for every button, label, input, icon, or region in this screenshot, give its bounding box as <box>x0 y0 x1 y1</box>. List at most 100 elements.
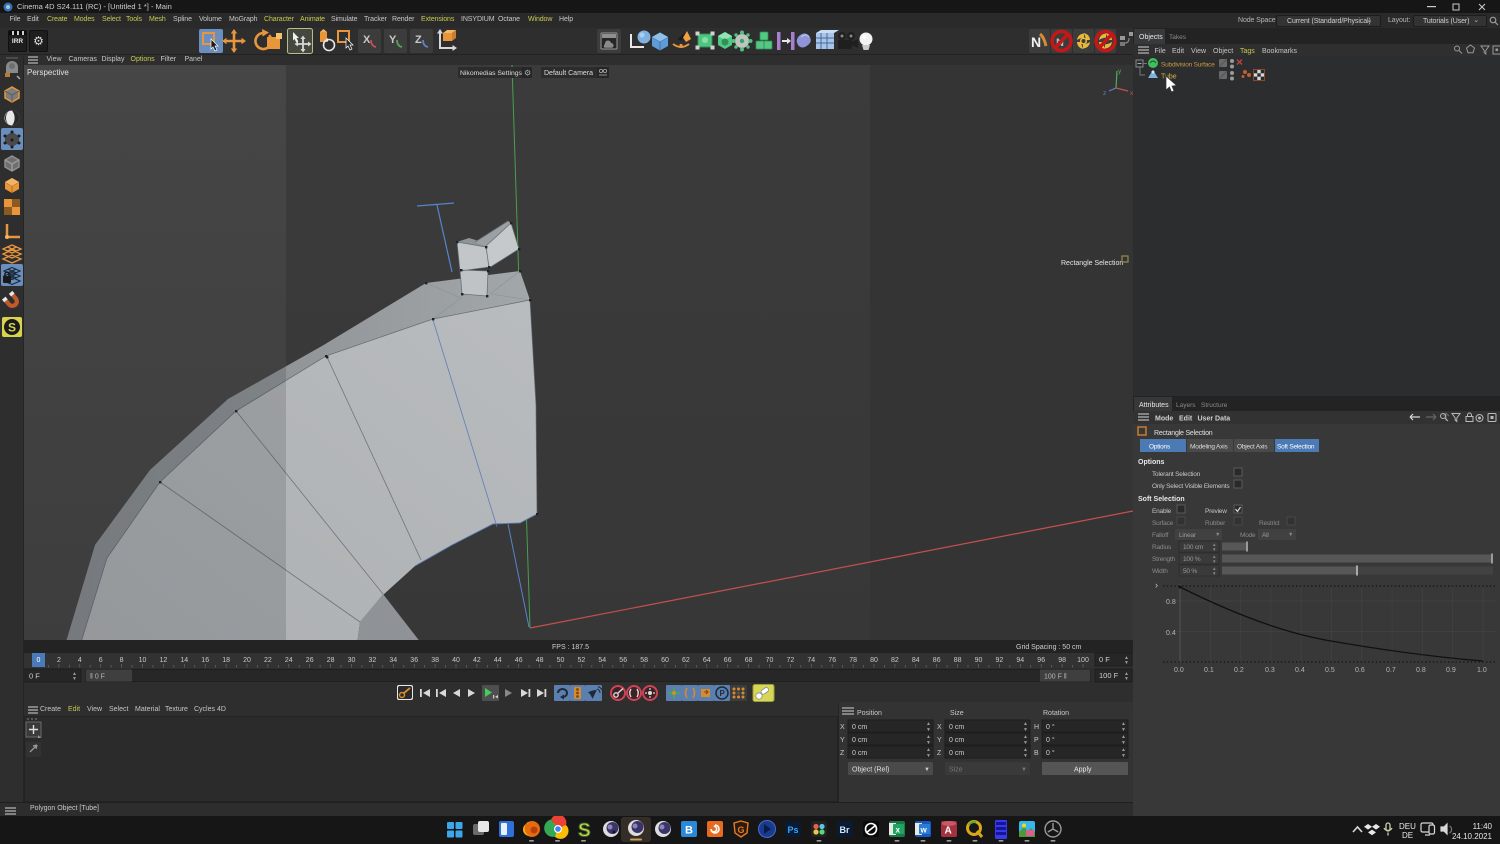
svg-text:FPS : 187.5: FPS : 187.5 <box>552 644 589 651</box>
svg-text:100: 100 <box>1077 657 1089 664</box>
svg-text:Mode: Mode <box>1240 532 1256 539</box>
svg-text:0 °: 0 ° <box>1046 723 1055 731</box>
svg-text:100 cm: 100 cm <box>1183 544 1203 551</box>
svg-text:0.5: 0.5 <box>1325 667 1335 674</box>
svg-text:Z: Z <box>415 34 422 46</box>
svg-text:Tags: Tags <box>1240 48 1255 55</box>
svg-text:Perspective: Perspective <box>27 68 69 77</box>
svg-text:86: 86 <box>933 657 941 664</box>
svg-text:62: 62 <box>682 657 690 664</box>
svg-text:0 cm: 0 cm <box>852 737 867 744</box>
svg-text:▼: ▼ <box>1021 767 1027 773</box>
svg-text:98: 98 <box>1058 657 1066 664</box>
svg-text:Ps: Ps <box>788 825 799 835</box>
svg-text:▼: ▼ <box>1215 532 1220 538</box>
svg-text:0.8: 0.8 <box>1166 599 1176 606</box>
svg-text:DEU: DEU <box>1399 822 1416 831</box>
svg-text:Br: Br <box>840 825 850 835</box>
svg-text:z: z <box>1103 90 1106 97</box>
svg-text:0 °: 0 ° <box>1046 749 1055 757</box>
svg-text:›: › <box>1155 580 1158 590</box>
svg-text:Objects: Objects <box>1139 34 1163 41</box>
svg-text:▼: ▼ <box>1121 753 1126 759</box>
svg-text:Surface: Surface <box>1152 520 1174 527</box>
svg-text:S: S <box>578 821 591 842</box>
svg-text:▼: ▼ <box>926 740 931 746</box>
svg-text:8: 8 <box>120 657 124 664</box>
svg-text:60: 60 <box>661 657 669 664</box>
svg-text:16: 16 <box>201 657 209 664</box>
svg-text:▼: ▼ <box>926 753 931 759</box>
svg-text:0: 0 <box>37 657 41 664</box>
svg-text:File: File <box>1155 48 1166 55</box>
svg-text:80: 80 <box>870 657 878 664</box>
svg-text:0.4: 0.4 <box>1295 667 1305 674</box>
svg-text:94: 94 <box>1016 657 1024 664</box>
svg-text:Rectangle Selection: Rectangle Selection <box>1154 430 1213 437</box>
svg-text:Structure: Structure <box>1201 402 1228 409</box>
svg-text:64: 64 <box>703 657 711 664</box>
svg-text:G: G <box>738 825 745 835</box>
svg-text:0 cm: 0 cm <box>949 724 964 731</box>
svg-text:H: H <box>1034 724 1039 731</box>
svg-text:Object Axis: Object Axis <box>1237 444 1268 451</box>
svg-text:84: 84 <box>912 657 920 664</box>
svg-text:34: 34 <box>389 657 397 664</box>
svg-text:▼: ▼ <box>926 727 931 733</box>
svg-text:0.0: 0.0 <box>1174 667 1184 674</box>
svg-text:Soft Selection: Soft Selection <box>1138 496 1185 503</box>
svg-text:46: 46 <box>515 657 523 664</box>
svg-text:Position: Position <box>857 710 882 717</box>
svg-text:Y: Y <box>389 34 397 46</box>
svg-text:0 cm: 0 cm <box>949 750 964 757</box>
svg-text:B: B <box>1034 750 1039 757</box>
svg-text:36: 36 <box>410 657 418 664</box>
svg-text:52: 52 <box>578 657 586 664</box>
svg-text:74: 74 <box>807 657 815 664</box>
svg-text:▼: ▼ <box>1212 547 1216 552</box>
svg-text:50 %: 50 % <box>1183 568 1197 575</box>
svg-text:Apply: Apply <box>1074 767 1092 774</box>
svg-text:4: 4 <box>78 657 82 664</box>
svg-text:28: 28 <box>327 657 335 664</box>
svg-text:90: 90 <box>975 657 983 664</box>
svg-text:56: 56 <box>619 657 627 664</box>
svg-text:44: 44 <box>494 657 502 664</box>
svg-text:50: 50 <box>557 657 565 664</box>
svg-text:0 F: 0 F <box>1099 655 1110 664</box>
svg-text:A: A <box>945 826 952 837</box>
svg-text:View: View <box>1191 48 1207 55</box>
svg-text:Object: Object <box>1213 48 1233 55</box>
svg-text:66: 66 <box>724 657 732 664</box>
svg-text:96: 96 <box>1037 657 1045 664</box>
svg-text:X: X <box>363 34 371 46</box>
svg-text:User Data: User Data <box>1198 416 1231 423</box>
svg-text:24: 24 <box>285 657 293 664</box>
svg-text:0.9: 0.9 <box>1446 667 1456 674</box>
svg-text:92: 92 <box>996 657 1004 664</box>
svg-text:0.8: 0.8 <box>1416 667 1426 674</box>
svg-text:68: 68 <box>745 657 753 664</box>
svg-text:B: B <box>685 825 693 837</box>
svg-text:48: 48 <box>536 657 544 664</box>
svg-text:82: 82 <box>891 657 899 664</box>
svg-text:70: 70 <box>766 657 774 664</box>
svg-text:Preview: Preview <box>1205 508 1227 515</box>
svg-text:X: X <box>840 724 845 731</box>
svg-text:Rotation: Rotation <box>1043 710 1069 717</box>
svg-text:▼: ▼ <box>1124 676 1129 682</box>
svg-text:X: X <box>937 724 942 731</box>
svg-text:DE: DE <box>1402 831 1413 840</box>
svg-text:▼: ▼ <box>1023 740 1028 746</box>
svg-text:▼: ▼ <box>1023 753 1028 759</box>
svg-text:Mode: Mode <box>1155 416 1173 423</box>
svg-text:Rubber: Rubber <box>1205 520 1226 527</box>
svg-text:24.10.2021: 24.10.2021 <box>1452 832 1493 841</box>
svg-text:78: 78 <box>849 657 857 664</box>
svg-text:P: P <box>720 689 726 698</box>
svg-text:6: 6 <box>99 657 103 664</box>
svg-text:Modeling Axis: Modeling Axis <box>1190 444 1228 451</box>
svg-text:42: 42 <box>473 657 481 664</box>
svg-text:1.0: 1.0 <box>1477 667 1487 674</box>
svg-text:0 cm: 0 cm <box>852 750 867 757</box>
